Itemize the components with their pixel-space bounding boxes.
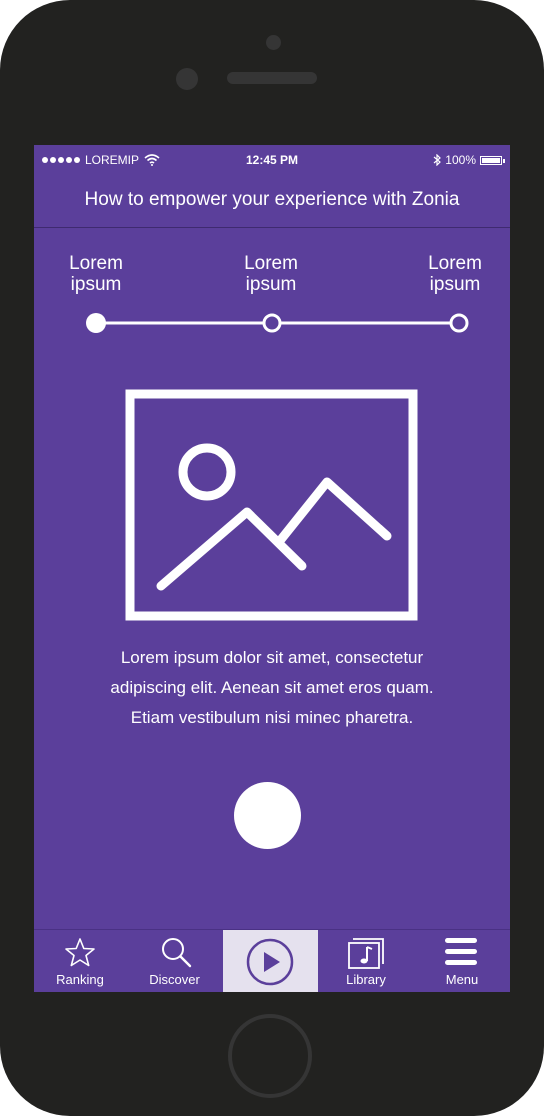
star-icon [65, 938, 95, 967]
step-dot-2[interactable] [262, 313, 282, 333]
app-screen: LOREMIP 12:45 PM 100% How to empower you… [34, 145, 510, 992]
description-line-3: Etiam vestibulum nisi minec pharetra. [130, 708, 414, 727]
tab-discover[interactable]: Discover [126, 930, 223, 992]
description-line-1: Lorem ipsum dolor sit amet, consectetur [120, 648, 424, 667]
earpiece-speaker [227, 72, 317, 84]
tab-bar: Ranking Discover Library Menu [34, 929, 510, 992]
stepper-progress [86, 313, 469, 621]
phone-frame: LOREMIP 12:45 PM 100% How to empower you… [0, 0, 544, 1116]
search-icon [162, 938, 192, 968]
tab-menu-label: Menu [445, 972, 479, 987]
tab-play[interactable] [223, 930, 318, 992]
music-library-icon [348, 938, 384, 969]
next-button[interactable] [234, 782, 301, 849]
hamburger-menu-icon [445, 938, 477, 965]
onboarding-description: Lorem ipsum dolor sit amet, consectetur … [34, 643, 510, 733]
front-camera [266, 35, 281, 50]
step-dot-1[interactable] [86, 313, 106, 333]
proximity-sensor [176, 68, 198, 90]
tab-library-label: Library [346, 972, 386, 987]
play-icon [246, 938, 294, 986]
tab-ranking-label: Ranking [56, 972, 104, 987]
tab-library[interactable]: Library [318, 930, 414, 992]
description-line-2: adipiscing elit. Aenean sit amet eros qu… [110, 678, 434, 697]
tab-ranking[interactable]: Ranking [34, 930, 126, 992]
step-dot-3[interactable] [449, 313, 469, 333]
tab-menu[interactable]: Menu [414, 930, 510, 992]
image-placeholder-icon [125, 389, 418, 621]
home-button[interactable] [228, 1014, 312, 1098]
tab-discover-label: Discover [149, 972, 200, 987]
